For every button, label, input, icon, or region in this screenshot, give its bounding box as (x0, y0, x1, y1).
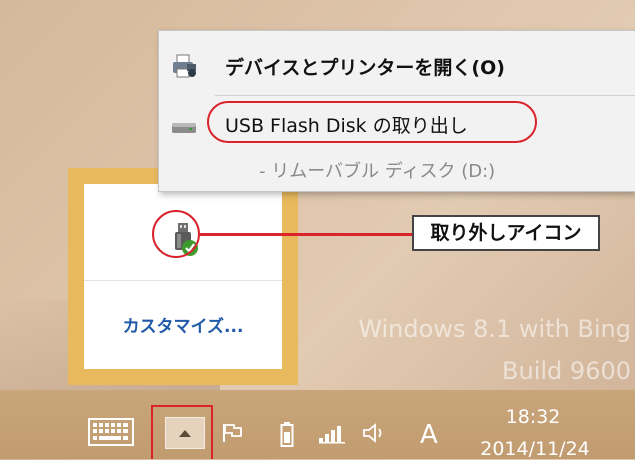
usb-icon-highlight-ring (152, 210, 200, 258)
ime-mode-indicator[interactable]: A (420, 420, 438, 450)
menu-item-eject-usb[interactable]: USB Flash Disk の取り出し (159, 101, 635, 147)
network-signal-icon[interactable] (318, 422, 346, 444)
eject-highlight-ring (207, 101, 537, 143)
customize-link[interactable]: カスタマイズ... (84, 312, 282, 337)
battery-icon[interactable] (280, 422, 294, 448)
tray-overflow-flyout: カスタマイズ... (68, 168, 298, 385)
callout-line (200, 233, 412, 236)
show-hidden-icons-button[interactable] (165, 417, 205, 449)
menu-label-open-devices: デバイスとプリンターを開く(O) (225, 57, 505, 79)
touch-keyboard-icon[interactable] (88, 418, 134, 446)
clock-time[interactable]: 18:32 (478, 406, 588, 428)
tray-divider (84, 280, 282, 281)
windows-watermark-line1: Windows 8.1 with Bing (358, 315, 631, 343)
taskbar: A 18:32 2014/11/24 (0, 390, 635, 460)
volume-icon[interactable] (362, 422, 388, 444)
windows-watermark-line2: Build 9600 (502, 357, 631, 385)
clock-date[interactable]: 2014/11/24 (470, 438, 600, 460)
callout-label: 取り外しアイコン (412, 215, 600, 251)
menu-item-removable-disk: - リムーバブル ディスク (D:) (159, 153, 635, 187)
usb-drive-icon (172, 123, 196, 133)
chevron-up-icon (179, 430, 191, 437)
printer-icon (173, 54, 196, 78)
action-center-flag-icon[interactable] (221, 422, 243, 444)
menu-item-open-devices[interactable]: デバイスとプリンターを開く(O) (159, 49, 635, 89)
menu-label-removable-disk: - リムーバブル ディスク (D:) (259, 161, 496, 182)
usb-context-menu: デバイスとプリンターを開く(O) USB Flash Disk の取り出し - … (158, 30, 635, 192)
menu-separator (215, 95, 635, 96)
